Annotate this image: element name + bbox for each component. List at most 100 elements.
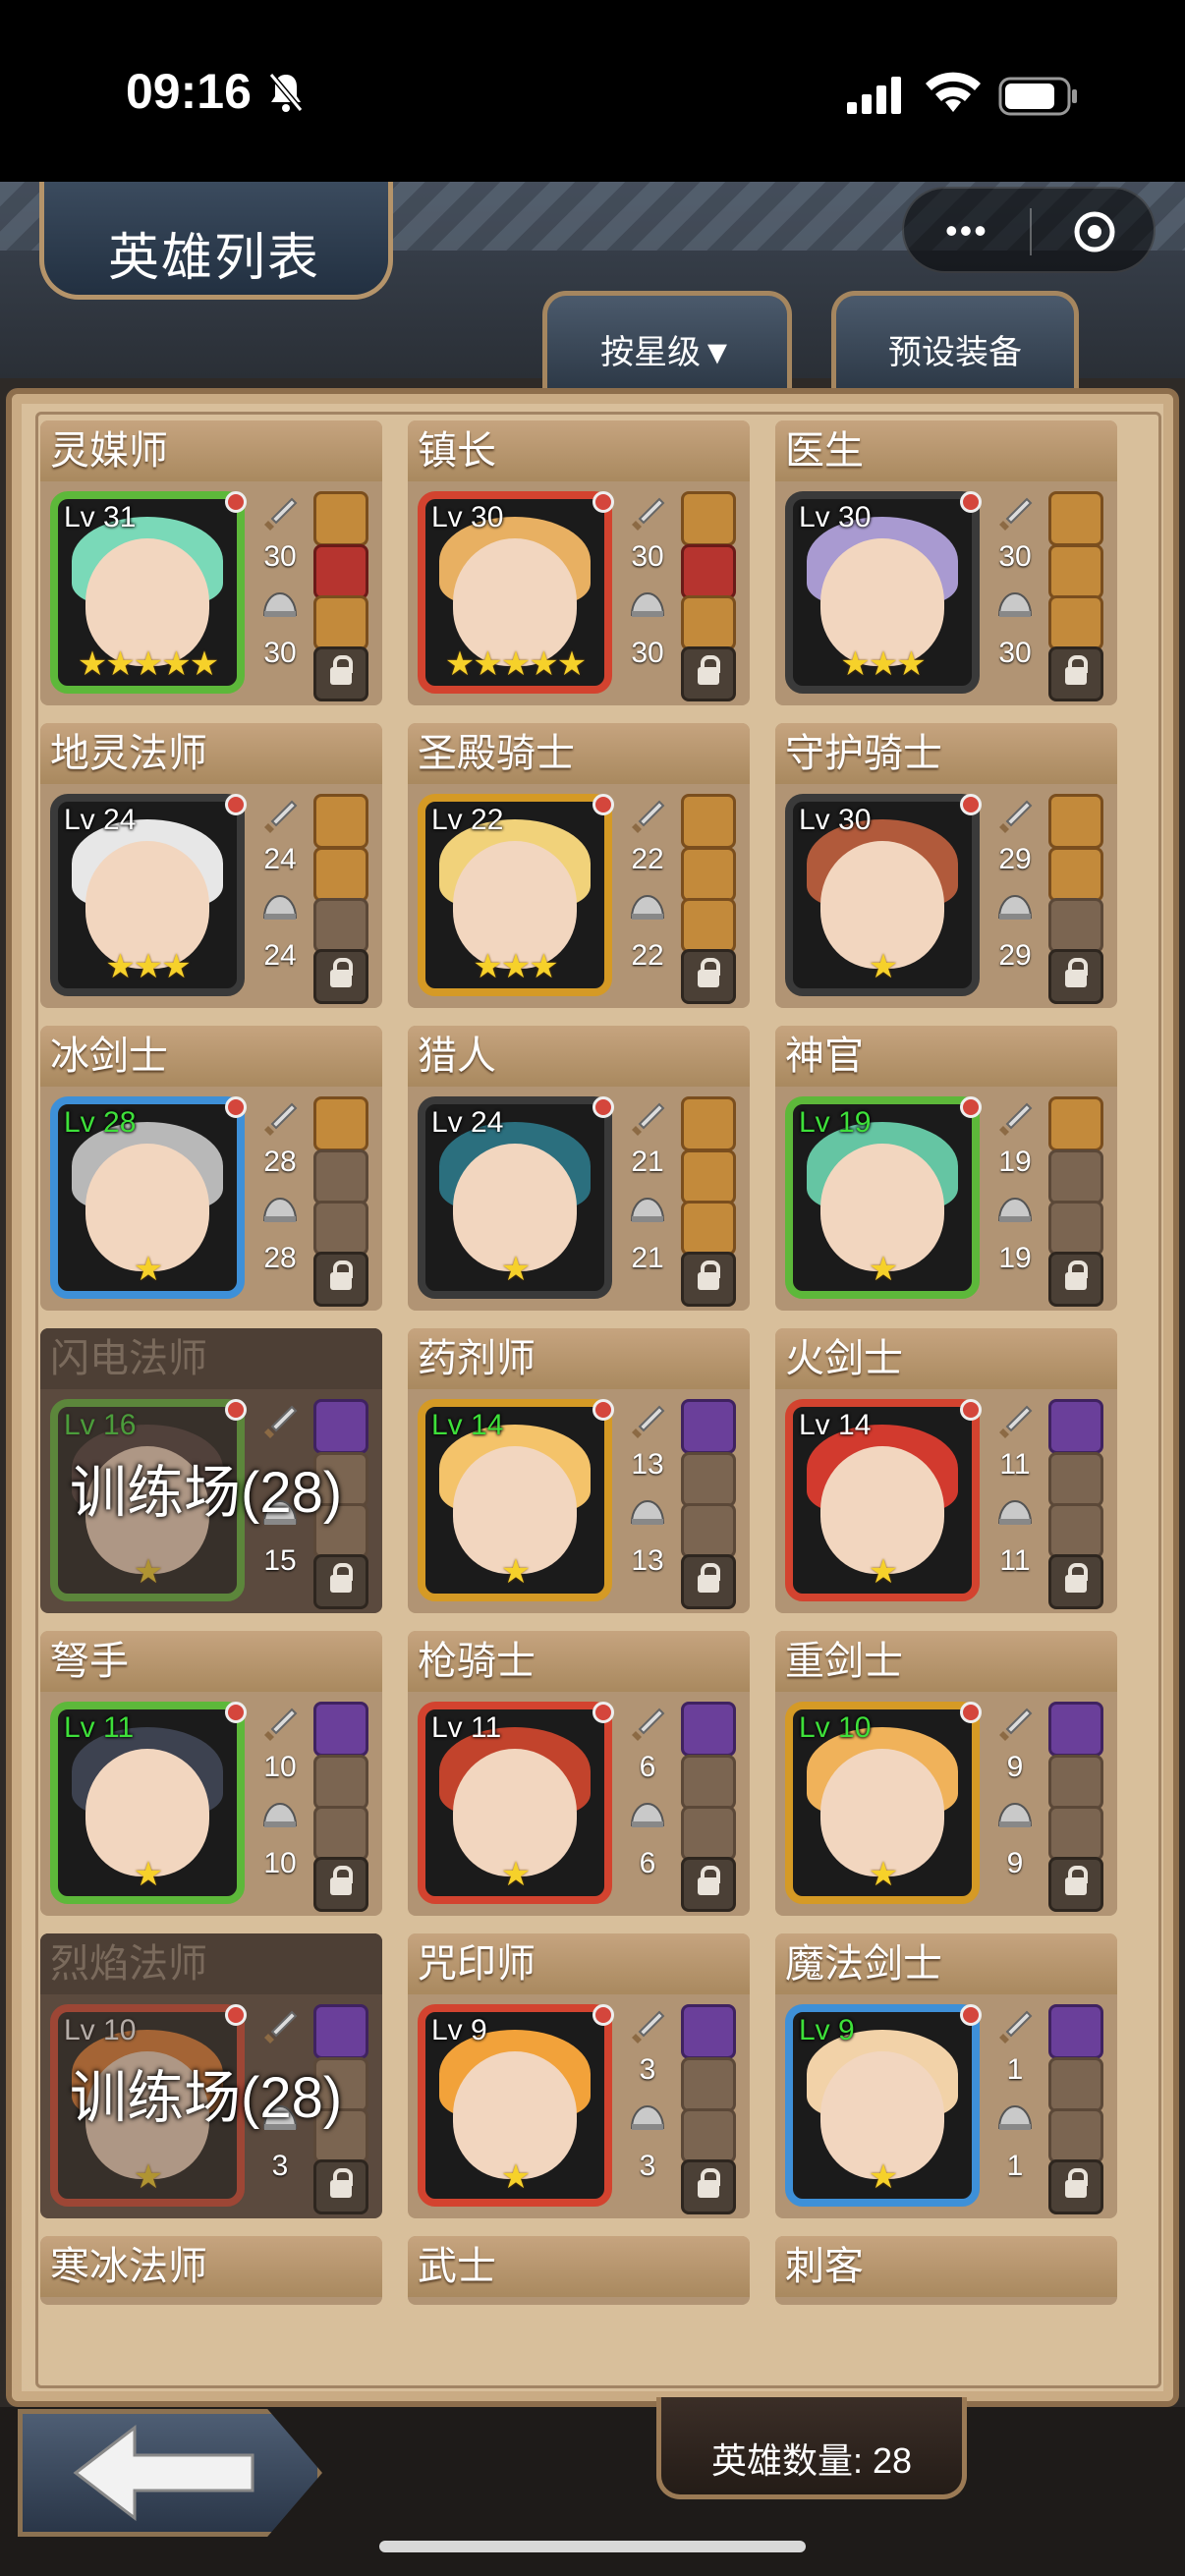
locked-slot[interactable] <box>1048 2159 1103 2214</box>
hero-portrait[interactable]: Lv 30 ★★★★★ <box>418 491 612 694</box>
equipment-slot[interactable] <box>1048 2004 1103 2059</box>
equipment-slot[interactable] <box>681 1201 736 1256</box>
locked-slot[interactable] <box>1048 1252 1103 1307</box>
hero-portrait[interactable]: Lv 14 ★ <box>418 1399 612 1601</box>
equipment-slot[interactable] <box>681 1755 736 1810</box>
hero-portrait[interactable]: Lv 24 ★ <box>418 1096 612 1299</box>
preset-equipment-button[interactable]: 预设装备 <box>831 291 1079 389</box>
equipment-slot[interactable] <box>1048 1806 1103 1861</box>
equipment-slot[interactable] <box>313 898 368 953</box>
equipment-slot[interactable] <box>681 1149 736 1204</box>
hero-portrait[interactable]: Lv 10 ★ <box>785 1702 980 1904</box>
equipment-slot[interactable] <box>1048 1503 1103 1558</box>
equipment-slot[interactable] <box>313 794 368 849</box>
equipment-slot[interactable] <box>1048 595 1103 650</box>
close-target-icon[interactable] <box>1071 208 1118 255</box>
equipment-slot[interactable] <box>313 1702 368 1757</box>
home-indicator[interactable] <box>379 2541 806 2552</box>
hero-portrait[interactable]: Lv 14 ★ <box>785 1399 980 1601</box>
equipment-slot[interactable] <box>1048 1702 1103 1757</box>
locked-slot[interactable] <box>313 646 368 701</box>
equipment-slot[interactable] <box>313 1149 368 1204</box>
equipment-slot[interactable] <box>681 1503 736 1558</box>
hero-card[interactable]: 医生 Lv 30 ★★★ 30 30 <box>775 420 1117 705</box>
hero-portrait[interactable]: Lv 22 ★★★ <box>418 794 612 996</box>
hero-card[interactable]: 刺客 <box>775 2236 1117 2305</box>
hero-portrait[interactable]: Lv 30 ★ <box>785 794 980 996</box>
equipment-slot[interactable] <box>1048 1096 1103 1151</box>
hero-card[interactable]: 寒冰法师 <box>40 2236 382 2305</box>
equipment-slot[interactable] <box>313 544 368 599</box>
locked-slot[interactable] <box>313 949 368 1004</box>
hero-card[interactable]: 神官 Lv 19 ★ 19 19 <box>775 1026 1117 1311</box>
hero-card[interactable]: 烈焰法师 Lv 10 ★ 3 训练场(28) <box>40 1933 382 2218</box>
equipment-slot[interactable] <box>681 595 736 650</box>
hero-card[interactable]: 火剑士 Lv 14 ★ 11 11 <box>775 1328 1117 1613</box>
equipment-slot[interactable] <box>1048 2057 1103 2112</box>
hero-card[interactable]: 药剂师 Lv 14 ★ 13 13 <box>408 1328 750 1613</box>
hero-portrait[interactable]: Lv 30 ★★★ <box>785 491 980 694</box>
equipment-slot[interactable] <box>681 544 736 599</box>
equipment-slot[interactable] <box>681 794 736 849</box>
hero-portrait[interactable]: Lv 11 ★ <box>50 1702 245 1904</box>
more-menu-icon[interactable]: ••• <box>945 213 988 249</box>
hero-portrait[interactable]: Lv 9 ★ <box>418 2004 612 2207</box>
equipment-slot[interactable] <box>681 847 736 902</box>
hero-card[interactable]: 弩手 Lv 11 ★ 10 10 <box>40 1631 382 1916</box>
hero-card[interactable]: 灵媒师 Lv 31 ★★★★★ 30 30 <box>40 420 382 705</box>
equipment-slot[interactable] <box>313 1755 368 1810</box>
equipment-slot[interactable] <box>1048 544 1103 599</box>
equipment-slot[interactable] <box>681 2057 736 2112</box>
equipment-slot[interactable] <box>681 1806 736 1861</box>
hero-portrait[interactable]: Lv 11 ★ <box>418 1702 612 1904</box>
equipment-slot[interactable] <box>681 1702 736 1757</box>
equipment-slot[interactable] <box>681 2004 736 2059</box>
hero-portrait[interactable]: Lv 19 ★ <box>785 1096 980 1299</box>
equipment-slot[interactable] <box>681 2108 736 2163</box>
hero-card[interactable]: 闪电法师 Lv 16 ★ 15 训练场(28) <box>40 1328 382 1613</box>
equipment-slot[interactable] <box>1048 1149 1103 1204</box>
locked-slot[interactable] <box>1048 1857 1103 1912</box>
locked-slot[interactable] <box>681 646 736 701</box>
locked-slot[interactable] <box>681 949 736 1004</box>
locked-slot[interactable] <box>313 2159 368 2214</box>
sort-by-star-button[interactable]: 按星级▼ <box>542 291 792 389</box>
hero-card[interactable]: 枪骑士 Lv 11 ★ 6 6 <box>408 1631 750 1916</box>
hero-card[interactable]: 冰剑士 Lv 28 ★ 28 28 <box>40 1026 382 1311</box>
equipment-slot[interactable] <box>1048 1452 1103 1507</box>
equipment-slot[interactable] <box>1048 491 1103 546</box>
equipment-slot[interactable] <box>681 1096 736 1151</box>
hero-card[interactable]: 魔法剑士 Lv 9 ★ 1 1 <box>775 1933 1117 2218</box>
equipment-slot[interactable] <box>1048 1399 1103 1454</box>
hero-portrait[interactable]: Lv 31 ★★★★★ <box>50 491 245 694</box>
back-button[interactable] <box>18 2409 322 2537</box>
hero-card[interactable]: 地灵法师 Lv 24 ★★★ 24 24 <box>40 723 382 1008</box>
locked-slot[interactable] <box>681 1252 736 1307</box>
locked-slot[interactable] <box>313 1857 368 1912</box>
locked-slot[interactable] <box>681 2159 736 2214</box>
equipment-slot[interactable] <box>313 1201 368 1256</box>
hero-card[interactable]: 重剑士 Lv 10 ★ 9 9 <box>775 1631 1117 1916</box>
equipment-slot[interactable] <box>1048 2108 1103 2163</box>
equipment-slot[interactable] <box>1048 1755 1103 1810</box>
hero-portrait[interactable]: Lv 24 ★★★ <box>50 794 245 996</box>
locked-slot[interactable] <box>313 1554 368 1609</box>
locked-slot[interactable] <box>1048 949 1103 1004</box>
equipment-slot[interactable] <box>313 1096 368 1151</box>
hero-card[interactable]: 武士 <box>408 2236 750 2305</box>
equipment-slot[interactable] <box>313 595 368 650</box>
equipment-slot[interactable] <box>681 1452 736 1507</box>
equipment-slot[interactable] <box>1048 794 1103 849</box>
equipment-slot[interactable] <box>1048 847 1103 902</box>
equipment-slot[interactable] <box>681 1399 736 1454</box>
locked-slot[interactable] <box>1048 1554 1103 1609</box>
hero-card[interactable]: 守护骑士 Lv 30 ★ 29 29 <box>775 723 1117 1008</box>
hero-card[interactable]: 猎人 Lv 24 ★ 21 21 <box>408 1026 750 1311</box>
equipment-slot[interactable] <box>313 1806 368 1861</box>
hero-card[interactable]: 圣殿骑士 Lv 22 ★★★ 22 22 <box>408 723 750 1008</box>
locked-slot[interactable] <box>681 1554 736 1609</box>
equipment-slot[interactable] <box>681 898 736 953</box>
hero-portrait[interactable]: Lv 9 ★ <box>785 2004 980 2207</box>
equipment-slot[interactable] <box>313 847 368 902</box>
hero-portrait[interactable]: Lv 28 ★ <box>50 1096 245 1299</box>
